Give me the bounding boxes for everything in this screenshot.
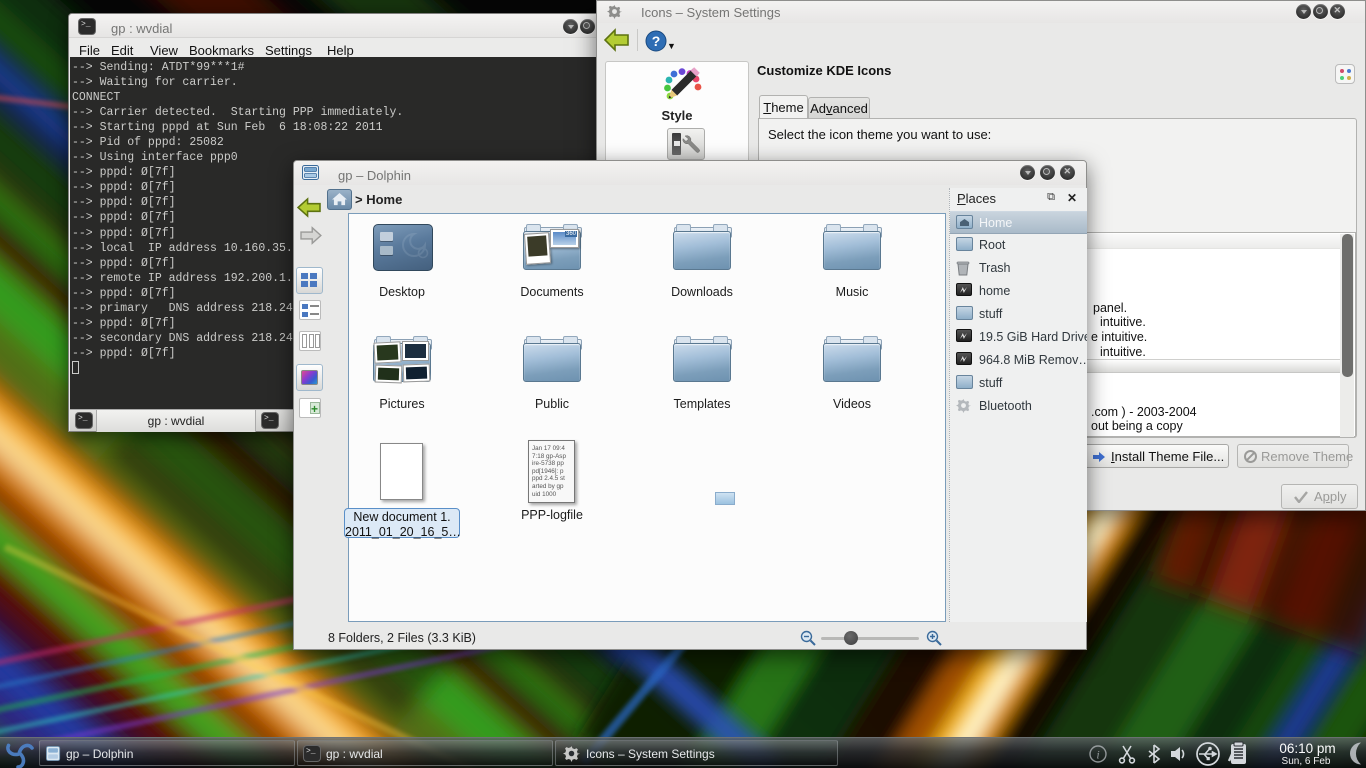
svg-text:i: i [1096,748,1099,762]
svg-text:?: ? [652,33,661,49]
